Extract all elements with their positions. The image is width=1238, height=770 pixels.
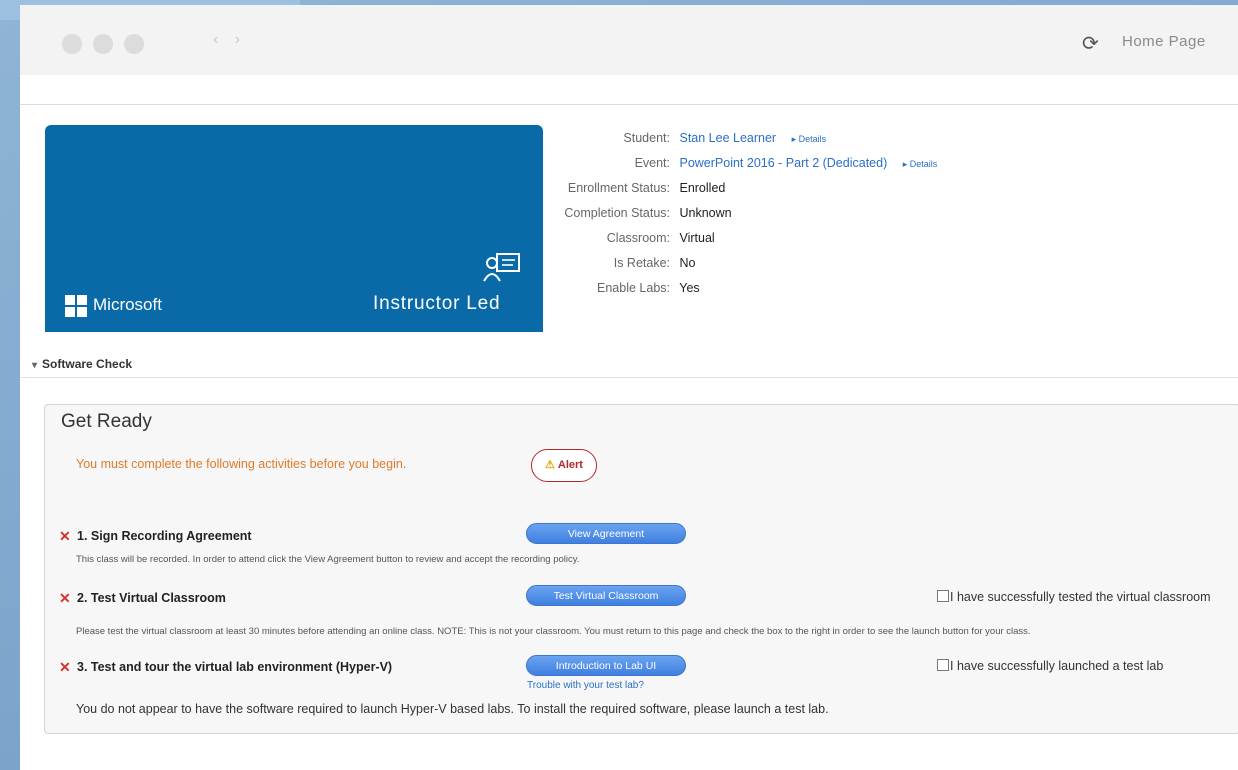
checkbox-label: I have successfully launched a test lab — [950, 659, 1164, 673]
warning-icon: ⚠ — [545, 459, 555, 471]
enrollment-label: Enrollment Status: — [567, 181, 670, 195]
incomplete-x-icon: ✕ — [59, 528, 71, 544]
step-3-title: 3. Test and tour the virtual lab environ… — [77, 660, 393, 674]
trouble-test-lab-link[interactable]: Trouble with your test lab? — [527, 680, 644, 691]
enrollment-value: Enrolled — [679, 181, 726, 195]
hyperv-software-message: You do not appear to have the software r… — [76, 702, 829, 716]
detail-row-completion: Completion Status: Unknown — [560, 206, 937, 231]
tested-classroom-checkbox[interactable]: I have successfully tested the virtual c… — [937, 590, 1211, 604]
retake-label: Is Retake: — [613, 256, 670, 270]
brand-label: Microsoft — [93, 295, 162, 314]
launched-test-lab-checkbox[interactable]: I have successfully launched a test lab — [937, 659, 1163, 673]
step-2-description: Please test the virtual classroom at lea… — [76, 626, 1031, 637]
home-page-link[interactable]: Home Page — [1122, 33, 1206, 50]
checkbox-label: I have successfully tested the virtual c… — [950, 590, 1211, 604]
warning-message: You must complete the following activiti… — [76, 457, 407, 471]
labs-label: Enable Labs: — [597, 281, 670, 295]
alert-button[interactable]: ⚠ Alert — [531, 449, 597, 482]
detail-row-enrollment: Enrollment Status: Enrolled — [560, 181, 937, 206]
detail-row-retake: Is Retake: No — [560, 256, 937, 281]
software-check-toggle[interactable]: ▾ Software Check — [32, 357, 132, 371]
student-details-link[interactable]: ▸ Details — [792, 134, 827, 144]
alert-label: Alert — [557, 459, 583, 471]
event-details-link[interactable]: ▸ Details — [903, 159, 938, 169]
collapse-icon: ▾ — [32, 360, 38, 371]
event-link[interactable]: PowerPoint 2016 - Part 2 (Dedicated) — [679, 156, 887, 170]
checkbox-box[interactable] — [937, 590, 949, 602]
incomplete-x-icon: ✕ — [59, 659, 71, 675]
browser-titlebar: ‹ › ⟳ Home Page — [20, 5, 1238, 75]
view-agreement-button[interactable]: View Agreement — [526, 523, 686, 544]
window-minimize-dot[interactable] — [93, 34, 113, 54]
test-virtual-classroom-button[interactable]: Test Virtual Classroom — [526, 585, 686, 606]
panel-title: Get Ready — [61, 411, 152, 432]
student-label: Student: — [623, 131, 670, 145]
detail-row-labs: Enable Labs: Yes — [560, 281, 937, 306]
browser-window: ‹ › ⟳ Home Page Microsoft Instructor Led… — [20, 5, 1238, 770]
window-close-dot[interactable] — [62, 34, 82, 54]
reload-icon[interactable]: ⟳ — [1082, 31, 1099, 56]
divider — [20, 104, 1238, 105]
completion-label: Completion Status: — [564, 206, 670, 220]
window-maximize-dot[interactable] — [124, 34, 144, 54]
nav-arrows[interactable]: ‹ › — [213, 31, 246, 49]
event-label: Event: — [634, 156, 670, 170]
detail-row-event: Event: PowerPoint 2016 - Part 2 (Dedicat… — [560, 156, 938, 181]
step-2-title: 2. Test Virtual Classroom — [77, 591, 226, 605]
microsoft-logo-icon — [65, 295, 87, 317]
instructor-icon — [483, 251, 523, 290]
step-1-description: This class will be recorded. In order to… — [76, 554, 580, 565]
software-check-label: Software Check — [42, 357, 133, 371]
labs-value: Yes — [679, 281, 700, 295]
get-ready-panel: Get Ready You must complete the followin… — [44, 404, 1238, 734]
enrollment-details: Student: Stan Lee Learner ▸ Details Even… — [560, 131, 937, 306]
classroom-value: Virtual — [679, 231, 715, 245]
divider — [20, 377, 1238, 378]
detail-row-student: Student: Stan Lee Learner ▸ Details — [560, 131, 937, 156]
course-hero-tile: Microsoft Instructor Led — [45, 125, 543, 332]
retake-value: No — [679, 256, 696, 270]
student-link[interactable]: Stan Lee Learner — [679, 131, 776, 145]
step-1-title: 1. Sign Recording Agreement — [77, 529, 252, 543]
course-type-label: Instructor Led — [373, 293, 501, 314]
classroom-label: Classroom: — [606, 231, 670, 245]
detail-row-classroom: Classroom: Virtual — [560, 231, 937, 256]
completion-value: Unknown — [679, 206, 732, 220]
introduction-to-lab-ui-button[interactable]: Introduction to Lab UI — [526, 655, 686, 676]
checkbox-box[interactable] — [937, 659, 949, 671]
incomplete-x-icon: ✕ — [59, 590, 71, 606]
